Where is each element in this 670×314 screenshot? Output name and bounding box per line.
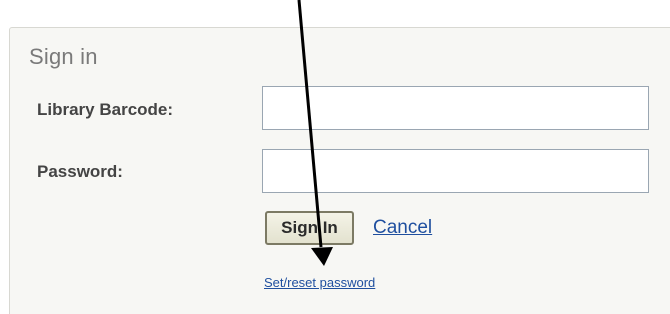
set-reset-password-link[interactable]: Set/reset password — [264, 275, 375, 290]
library-barcode-label: Library Barcode: — [37, 100, 174, 119]
sign-in-button[interactable]: Sign In — [265, 211, 354, 245]
screenshot-stage: Sign in Library Barcode: Password: Sign … — [0, 0, 670, 314]
library-barcode-input[interactable] — [262, 86, 649, 130]
password-label: Password: — [37, 162, 123, 181]
password-input[interactable] — [262, 149, 649, 193]
signin-title: Sign in — [29, 44, 98, 69]
cancel-link[interactable]: Cancel — [373, 217, 432, 239]
